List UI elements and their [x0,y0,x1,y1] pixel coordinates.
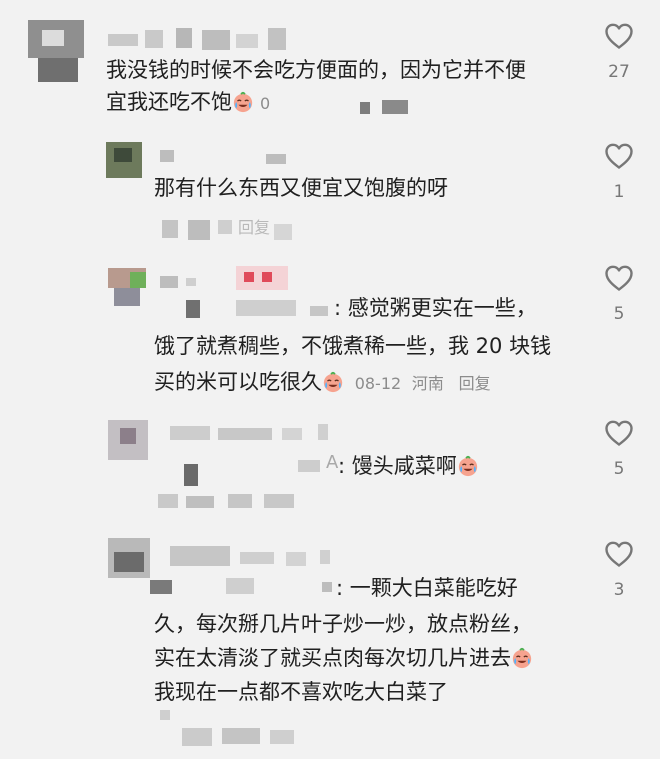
comment-text: 那有什么东西又便宜又饱腹的呀 [154,176,448,200]
crying-laugh-emoji-icon [511,647,533,669]
like-count: 3 [613,580,625,600]
like-count: 1 [613,182,625,202]
comment-text-line: : 感觉粥更实在一些， [334,296,537,320]
crying-laugh-emoji-icon [457,455,479,477]
comment-meta: 0 [260,94,271,113]
comment-text-tail: 实在太清淡了就买点肉每次切几片进去 [154,646,511,670]
avatar[interactable] [28,20,84,82]
reply-link[interactable]: 回复 [459,374,491,393]
comment-text-tail: 宜我还吃不饱 [106,90,232,114]
like-count: 5 [613,459,625,479]
avatar[interactable] [108,268,146,306]
comment-location: 河南 [411,374,444,393]
avatar[interactable] [108,420,148,460]
comment-date: 08-12 [354,374,402,393]
avatar[interactable] [108,538,150,578]
comment-text-line: 久，每次掰几片叶子炒一炒，放点粉丝， [154,612,532,636]
heart-outline-icon [603,262,635,294]
avatar[interactable] [106,142,142,178]
heart-outline-icon [603,538,635,570]
like-count: 5 [613,304,625,324]
comment-text-line: 饿了就煮稠些，不饿煮稀一些，我 20 块钱 [154,334,552,358]
comment-text-line: : 一颗大白菜能吃好 [336,576,518,600]
like-count: 27 [608,62,630,82]
comment-text-body: : 馒头咸菜啊 [338,454,457,478]
comment-text-line: 我没钱的时候不会吃方便面的，因为它并不便 [106,58,526,82]
reply-link[interactable]: 回复 [238,214,270,238]
like-button[interactable]: 5 [599,262,639,324]
heart-outline-icon [603,417,635,449]
comment-text-line: 我现在一点都不喜欢吃大白菜了 [154,680,448,704]
like-button[interactable]: 27 [599,20,639,82]
comment-text-tail: 买的米可以吃很久 [154,370,322,394]
comment-text-line: 宜我还吃不饱 0 [106,86,270,120]
heart-outline-icon [603,20,635,52]
like-button[interactable]: 3 [599,538,639,600]
comment-text-line: 实在太清淡了就买点肉每次切几片进去 [154,642,533,674]
username-fragment: A [326,452,339,473]
comment-text-line: 买的米可以吃很久 08-12 河南 回复 [154,366,491,400]
heart-outline-icon [603,140,635,172]
crying-laugh-emoji-icon [322,371,344,393]
crying-laugh-emoji-icon [232,91,254,113]
like-button[interactable]: 1 [599,140,639,202]
like-button[interactable]: 5 [599,417,639,479]
comment-text: : 馒头咸菜啊 [338,450,479,482]
